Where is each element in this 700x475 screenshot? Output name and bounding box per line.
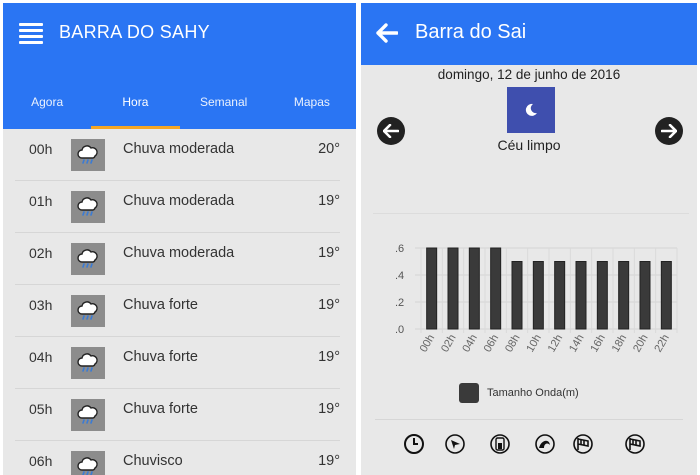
bottom-nav (375, 419, 683, 469)
temperature: 19° (318, 401, 340, 417)
weather-description: Chuva moderada (123, 141, 235, 157)
temperature: 19° (318, 245, 340, 261)
hourly-forecast-screen: BARRA DO SAHY Agora Hora Semanal Mapas 0… (3, 3, 356, 475)
hour-label: 00h (29, 141, 53, 157)
rain-cloud-icon (71, 347, 105, 379)
app-title: BARRA DO SAHY (59, 22, 210, 42)
wave-size-chart: .6 .4 .2 .0 00h 02h 04h 06h 08h 10h 12h 14h 16h 18h 20… (373, 213, 689, 378)
hour-row[interactable]: 00h Chuva moderada 20° (15, 129, 340, 181)
hour-row[interactable]: 05h Chuva forte 19° (15, 389, 340, 441)
x-tick-label: 22h (652, 333, 672, 355)
hour-row[interactable]: 01h Chuva moderada 19° (15, 181, 340, 233)
hour-label: 03h (29, 297, 53, 313)
bar (639, 261, 651, 330)
x-tick-label: 14h (567, 333, 587, 355)
rain-cloud-icon (71, 399, 105, 431)
bar (554, 261, 566, 330)
weather-description: Chuva forte (123, 401, 198, 417)
wave-size-chart-svg: .6 .4 .2 .0 00h 02h 04h 06h 08h 10h 12h 14h 16h 18h 20… (395, 243, 678, 355)
bar (490, 247, 502, 330)
wave-icon[interactable] (533, 432, 557, 456)
weather-description: Chuva forte (123, 297, 198, 313)
tab-semanal[interactable]: Semanal (180, 79, 268, 129)
temperature: 19° (318, 193, 340, 209)
moon-icon (507, 87, 555, 133)
x-tick-label: 04h (460, 333, 480, 355)
x-tick-label: 06h (482, 333, 502, 355)
hour-label: 02h (29, 245, 53, 261)
x-tick-label: 16h (588, 333, 608, 355)
temperature: 19° (318, 349, 340, 365)
x-tick-label: 00h (418, 333, 438, 355)
app-header: BARRA DO SAHY Agora Hora Semanal Mapas (3, 3, 356, 129)
temperature: 20° (318, 141, 340, 157)
hour-label: 01h (29, 193, 53, 209)
bar (532, 261, 544, 330)
bar (618, 261, 630, 330)
back-arrow-icon[interactable] (376, 23, 399, 48)
bar (447, 247, 459, 330)
tab-hora[interactable]: Hora (91, 79, 180, 129)
y-tick-label: .2 (395, 297, 404, 309)
tab-mapas[interactable]: Mapas (268, 79, 356, 129)
tab-agora[interactable]: Agora (3, 79, 91, 129)
rain-cloud-icon (71, 295, 105, 327)
rain-cloud-icon (71, 243, 105, 275)
date-label: domingo, 12 de junho de 2016 (437, 67, 621, 82)
hour-row[interactable]: 04h Chuva forte 19° (15, 337, 340, 389)
x-tick-label: 20h (631, 333, 651, 355)
clock-icon[interactable] (402, 432, 426, 456)
temperature: 19° (318, 453, 340, 469)
x-tick-label: 10h (524, 333, 544, 355)
hour-label: 04h (29, 349, 53, 365)
hour-row[interactable]: 03h Chuva forte 19° (15, 285, 340, 337)
wind-flag-icon[interactable] (571, 432, 595, 456)
wind-direction-icon[interactable] (443, 432, 467, 456)
next-day-button[interactable] (655, 117, 683, 145)
rain-cloud-icon (71, 139, 105, 171)
weather-description: Chuvisco (123, 453, 183, 469)
condition-label: Céu limpo (497, 137, 561, 153)
y-tick-label: .0 (395, 324, 404, 336)
hour-label: 06h (29, 453, 53, 469)
hourly-list: 00h Chuva moderada 20° 01h Chuva moderada 19°… (3, 129, 356, 475)
legend-label: Tamanho Onda(m) (487, 387, 579, 399)
menu-icon[interactable] (19, 23, 43, 44)
previous-day-button[interactable] (377, 117, 405, 145)
weather-description: Chuva moderada (123, 245, 235, 261)
tide-icon[interactable] (488, 432, 512, 456)
legend-swatch (459, 383, 479, 403)
chart-legend: Tamanho Onda(m) (459, 383, 579, 403)
hour-row[interactable]: 06h Chuvisco 19° (15, 441, 340, 475)
rain-cloud-icon (71, 191, 105, 223)
weather-description: Chuva forte (123, 349, 198, 365)
x-tick-label: 12h (546, 333, 566, 355)
tab-bar: Agora Hora Semanal Mapas (3, 79, 356, 129)
bar (468, 247, 480, 330)
rain-cloud-icon (71, 451, 105, 475)
bar (426, 247, 438, 330)
day-detail-screen: Barra do Sai domingo, 12 de junho de 201… (361, 3, 697, 475)
bar (575, 261, 587, 330)
hour-row[interactable]: 02h Chuva moderada 19° (15, 233, 340, 285)
bar (596, 261, 608, 330)
x-tick-label: 02h (439, 333, 459, 355)
bar (511, 261, 523, 330)
y-tick-label: .4 (395, 270, 404, 282)
bar (660, 261, 672, 330)
temperature: 19° (318, 297, 340, 313)
hour-label: 05h (29, 401, 53, 417)
wind-flag-icon[interactable] (623, 432, 647, 456)
x-tick-label: 18h (610, 333, 630, 355)
weather-description: Chuva moderada (123, 193, 235, 209)
detail-header: Barra do Sai (361, 3, 697, 65)
location-title: Barra do Sai (415, 21, 527, 43)
y-tick-label: .6 (395, 243, 404, 255)
x-tick-label: 08h (503, 333, 523, 355)
